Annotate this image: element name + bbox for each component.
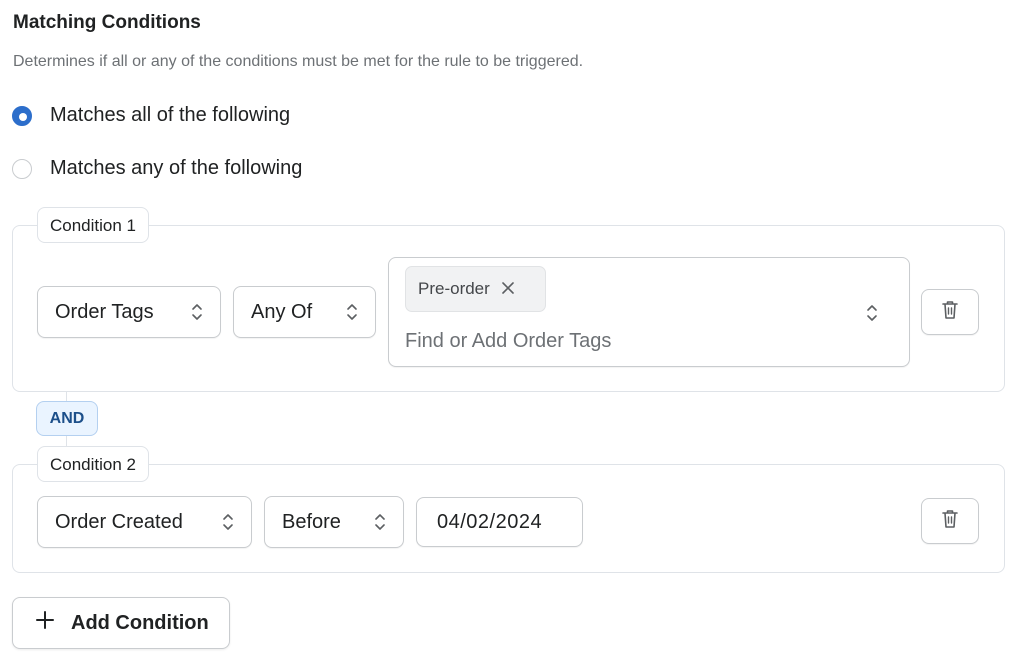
- and-badge: AND: [36, 401, 98, 436]
- chevron-up-down-icon: [345, 301, 359, 323]
- radio-match-any[interactable]: Matches any of the following: [12, 157, 302, 180]
- radio-label: Matches any of the following: [50, 157, 303, 179]
- chevron-up-down-icon: [190, 301, 204, 323]
- plus-icon: [35, 610, 55, 636]
- field-select[interactable]: Order Tags: [37, 286, 221, 338]
- operator-select[interactable]: Any Of: [233, 286, 376, 338]
- tag-label: Pre-order: [418, 279, 490, 298]
- add-condition-label: Add Condition: [71, 611, 209, 634]
- connector-line: [66, 436, 67, 446]
- field-select-value: Order Created: [55, 510, 183, 533]
- chevron-up-down-icon: [373, 511, 387, 533]
- delete-condition-button[interactable]: [921, 498, 979, 544]
- radio-unchecked-icon[interactable]: [12, 158, 32, 179]
- operator-select[interactable]: Before: [264, 496, 404, 548]
- field-select-value: Order Tags: [55, 300, 154, 323]
- radio-label: Matches all of the following: [50, 104, 291, 126]
- add-condition-button[interactable]: Add Condition: [12, 597, 230, 649]
- connector-line: [66, 392, 67, 401]
- operator-select-value: Any Of: [251, 300, 313, 323]
- chevron-up-down-icon: [221, 511, 235, 533]
- radio-match-all[interactable]: Matches all of the following: [12, 104, 290, 127]
- section-title: Matching Conditions: [13, 12, 201, 33]
- tags-combobox[interactable]: Pre-order Find or Add Order Tags: [388, 257, 910, 367]
- tag-chip: Pre-order: [405, 266, 546, 312]
- condition-label: Condition 2: [37, 446, 150, 482]
- remove-tag-icon[interactable]: [500, 278, 516, 300]
- trash-icon: [940, 299, 960, 326]
- tag-search-placeholder[interactable]: Find or Add Order Tags: [405, 330, 611, 353]
- section-subtitle: Determines if all or any of the conditio…: [13, 53, 584, 70]
- operator-select-value: Before: [282, 510, 341, 533]
- chevron-up-down-icon[interactable]: [865, 302, 879, 324]
- date-input[interactable]: 04/02/2024: [416, 497, 583, 547]
- trash-icon: [940, 508, 960, 535]
- delete-condition-button[interactable]: [921, 289, 979, 335]
- field-select[interactable]: Order Created: [37, 496, 252, 548]
- radio-checked-icon[interactable]: [12, 105, 32, 126]
- condition-label: Condition 1: [37, 207, 150, 243]
